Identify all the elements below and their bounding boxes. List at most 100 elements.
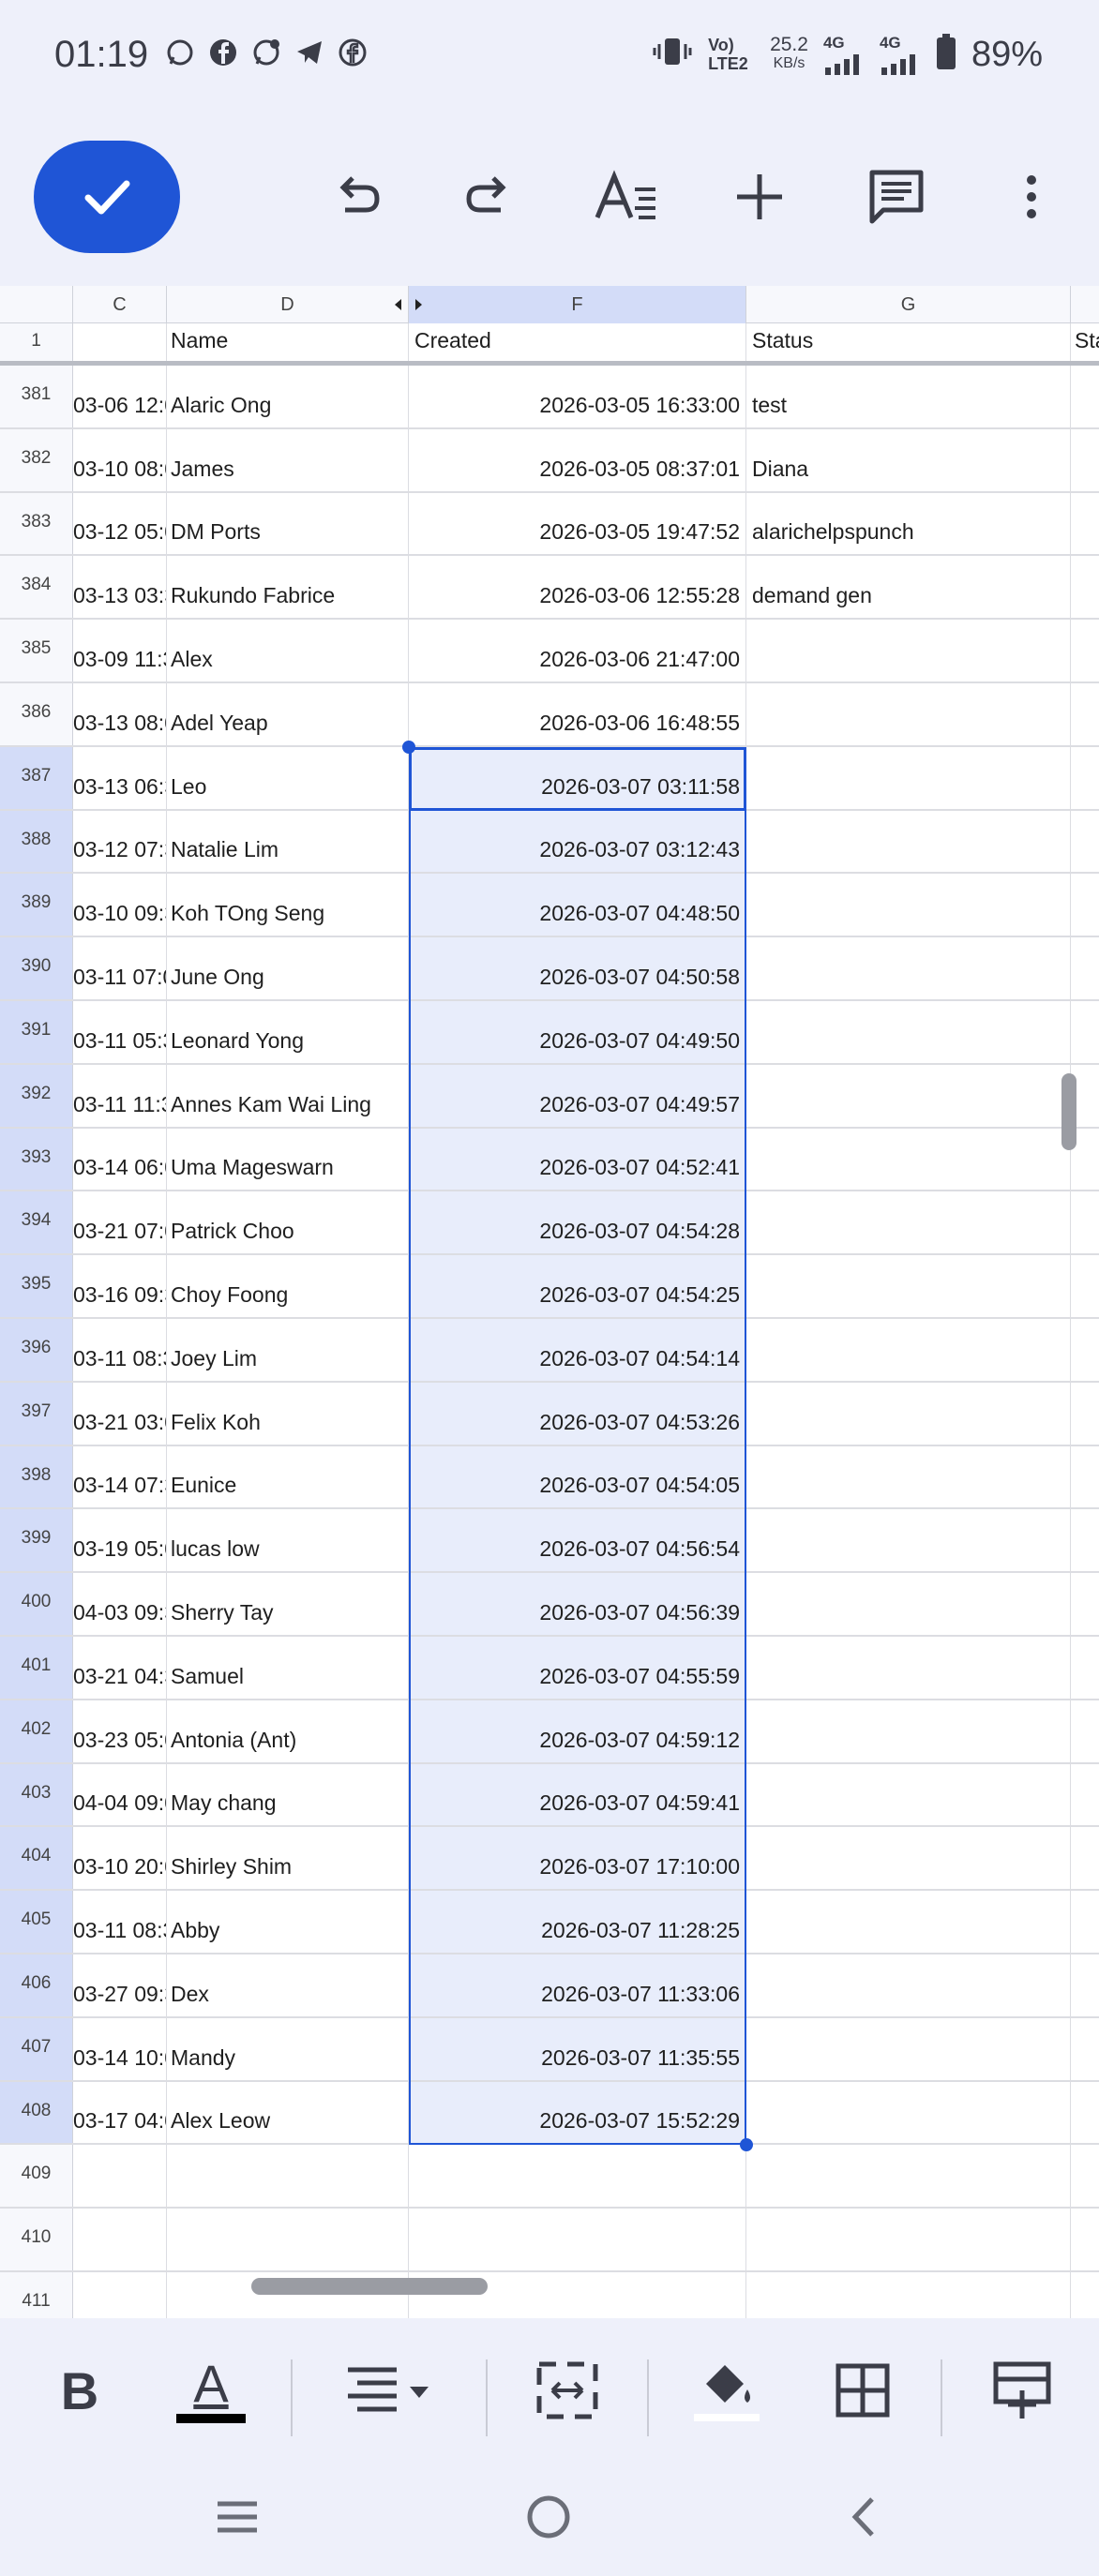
cell-col-h[interactable]: [1071, 1446, 1099, 1508]
row-number[interactable]: 384: [0, 556, 73, 619]
cell-created[interactable]: 2026-03-05 08:37:01: [409, 428, 746, 491]
cell-col-h[interactable]: [1071, 1191, 1099, 1253]
cell-col-h[interactable]: [1071, 620, 1099, 681]
cell-name[interactable]: Koh TOng Seng: [167, 874, 409, 936]
cell-status[interactable]: [746, 1445, 1071, 1508]
row-number[interactable]: 397: [0, 1382, 73, 1445]
cell-col-h[interactable]: [1071, 493, 1099, 555]
cell-status[interactable]: [746, 2017, 1071, 2080]
row-number[interactable]: 404: [0, 1827, 73, 1890]
text-format-button[interactable]: [589, 159, 664, 234]
cell-name[interactable]: [167, 2209, 409, 2270]
undo-button[interactable]: [319, 159, 394, 234]
text-color-button[interactable]: A: [173, 2348, 248, 2433]
column-header-g[interactable]: G: [746, 286, 1071, 323]
insert-button[interactable]: [722, 159, 797, 234]
cell-name[interactable]: James: [167, 428, 409, 491]
row-number[interactable]: 392: [0, 1064, 73, 1127]
cell-created[interactable]: 2026-03-06 16:48:55: [409, 683, 746, 745]
cell-name[interactable]: Dex: [167, 1954, 409, 2016]
cell-created[interactable]: 2026-03-07 04:54:14: [409, 1319, 746, 1381]
cell-created[interactable]: 2026-03-07 04:54:05: [409, 1445, 746, 1508]
cell-col-c[interactable]: 03-11 05:3: [73, 1001, 167, 1063]
cell-col-h[interactable]: [1071, 2018, 1099, 2080]
row-number[interactable]: 390: [0, 937, 73, 999]
borders-button[interactable]: [825, 2348, 900, 2433]
row-number[interactable]: 407: [0, 2017, 73, 2080]
cell-status[interactable]: [746, 1891, 1071, 1953]
row-number[interactable]: 391: [0, 1001, 73, 1063]
cell-name[interactable]: lucas low: [167, 1509, 409, 1572]
cell-created[interactable]: 2026-03-07 04:54:28: [409, 1191, 746, 1254]
cell-col-h[interactable]: [1071, 1573, 1099, 1635]
cell-col-h[interactable]: [1071, 556, 1099, 618]
cell-status[interactable]: [746, 1509, 1071, 1572]
cell-name[interactable]: DM Ports: [167, 492, 409, 555]
cell-col-c[interactable]: [73, 2209, 167, 2270]
cell-created[interactable]: 2026-03-07 11:33:06: [409, 1954, 746, 2016]
cell-name[interactable]: Leonard Yong: [167, 1001, 409, 1063]
row-number[interactable]: 400: [0, 1573, 73, 1635]
row-number[interactable]: 411: [0, 2272, 73, 2318]
cell[interactable]: [73, 323, 167, 361]
cell-name[interactable]: Mandy: [167, 2017, 409, 2080]
confirm-button[interactable]: [34, 141, 180, 253]
cell-created[interactable]: 2026-03-05 19:47:52: [409, 492, 746, 555]
cell-col-h[interactable]: [1071, 747, 1099, 809]
cell-col-c[interactable]: 03-10 08:0: [73, 428, 167, 491]
back-button[interactable]: [830, 2489, 896, 2545]
cell-col-h[interactable]: [1071, 1319, 1099, 1381]
horizontal-scrollbar[interactable]: [251, 2278, 488, 2295]
row-number[interactable]: 381: [0, 366, 73, 427]
row-number[interactable]: 395: [0, 1255, 73, 1317]
row-number[interactable]: 401: [0, 1637, 73, 1699]
cell-col-c[interactable]: 03-21 07:0: [73, 1191, 167, 1254]
cell-col-c[interactable]: 04-04 09:0: [73, 1763, 167, 1826]
cell-col-c[interactable]: [73, 2272, 167, 2318]
cell-col-c[interactable]: 03-14 07:3: [73, 1445, 167, 1508]
cell-created[interactable]: 2026-03-07 11:35:55: [409, 2017, 746, 2080]
cell-col-h[interactable]: [1071, 366, 1099, 427]
cell-col-h[interactable]: [1071, 1637, 1099, 1699]
row-number[interactable]: 405: [0, 1891, 73, 1953]
selection-handle-top[interactable]: [402, 740, 415, 754]
cell-col-h[interactable]: [1071, 1891, 1099, 1953]
cell-status[interactable]: [746, 1954, 1071, 2016]
merge-cells-button[interactable]: [530, 2348, 605, 2433]
cell-col-c[interactable]: 04-03 09:3: [73, 1573, 167, 1635]
cell-created[interactable]: 2026-03-07 04:53:26: [409, 1382, 746, 1445]
cell-name[interactable]: Alex: [167, 620, 409, 681]
cell-name[interactable]: Felix Koh: [167, 1382, 409, 1445]
row-number[interactable]: 410: [0, 2209, 73, 2270]
cell-col-c[interactable]: 03-19 05:0: [73, 1509, 167, 1572]
column-header-h[interactable]: [1071, 286, 1099, 323]
row-number[interactable]: 385: [0, 620, 73, 681]
spreadsheet-grid[interactable]: C D F G 1 Name Created Status Sta 38103-…: [0, 286, 1099, 2318]
cell-col-c[interactable]: 03-11 08:3: [73, 1891, 167, 1953]
cell-col-c[interactable]: 03-12 07:3: [73, 810, 167, 873]
cell-created[interactable]: 2026-03-07 04:59:41: [409, 1763, 746, 1826]
cell-status[interactable]: [746, 683, 1071, 745]
cell-status[interactable]: [746, 1763, 1071, 1826]
cell-status[interactable]: [746, 620, 1071, 681]
cell-name[interactable]: Patrick Choo: [167, 1191, 409, 1254]
cell-col-h[interactable]: [1071, 1001, 1099, 1063]
cell-created[interactable]: [409, 2209, 746, 2270]
cell-created[interactable]: 2026-03-06 21:47:00: [409, 620, 746, 681]
cell-col-c[interactable]: 03-11 11:3: [73, 1064, 167, 1127]
header-cell-partial[interactable]: Sta: [1071, 323, 1099, 361]
cell-status[interactable]: [746, 810, 1071, 873]
fill-color-button[interactable]: [689, 2348, 764, 2433]
cell-name[interactable]: Eunice: [167, 1445, 409, 1508]
cell-col-c[interactable]: 03-14 10:0: [73, 2017, 167, 2080]
cell-created[interactable]: 2026-03-06 12:55:28: [409, 556, 746, 619]
header-cell-name[interactable]: Name: [167, 323, 409, 361]
cell-status[interactable]: test: [746, 366, 1071, 427]
cell-created[interactable]: 2026-03-07 04:50:58: [409, 937, 746, 999]
cell-col-c[interactable]: 03-11 08:3: [73, 1319, 167, 1381]
row-number[interactable]: 409: [0, 2145, 73, 2208]
cell-created[interactable]: 2026-03-07 04:56:54: [409, 1509, 746, 1572]
bold-button[interactable]: B: [47, 2348, 113, 2433]
cell-created[interactable]: 2026-03-07 11:28:25: [409, 1891, 746, 1953]
cell-col-c[interactable]: 03-23 05:0: [73, 1700, 167, 1762]
